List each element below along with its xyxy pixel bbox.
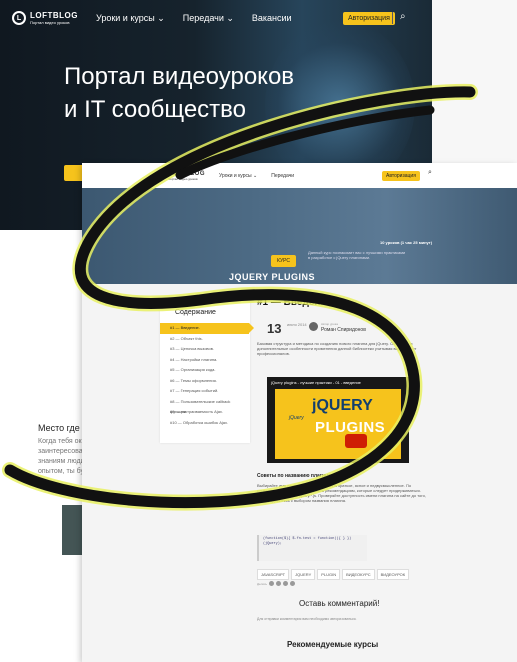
nav-shows[interactable]: Передачи ⌄ [183,13,234,24]
course-banner: КУРС JQUERY PLUGINS 10 уроков (1 час 25 … [82,188,517,284]
video-player[interactable]: jQuery plugins - лучшие практики - 01 - … [267,377,409,463]
author-label: Автор урока [321,322,338,326]
course-site-logo[interactable]: L LOFTBLOG Портал видео уроков [154,170,205,181]
course-logo-name: LOFTBLOG [168,170,205,177]
course-title: JQUERY PLUGINS [228,272,316,282]
recommended-heading: Рекомендуемые курсы [287,640,379,649]
course-logo-tagline: Портал видео уроков [168,176,198,181]
course-nav-shows[interactable]: Передачи [271,173,294,179]
login-button[interactable]: Авторизация [343,12,395,25]
vk-icon[interactable] [269,581,275,586]
lesson-article: #1 — Введение. 13 июля 2014 Автор урока … [257,297,432,649]
video-small-logo: jQuery [289,415,304,421]
about-heading: Место где [38,423,80,433]
toc-item[interactable]: #3 — Цепочка вызовов. [160,344,250,355]
lesson-title: #1 — Введение. [257,297,335,308]
share-label: Делись [257,581,268,586]
video-logo: jQUERY [312,397,373,414]
toc-item[interactable]: #6 — Темы оформления. [160,376,250,387]
toc-list: #1 — Введение. #2 — Объект this. #3 — Це… [160,323,254,429]
twitter-icon[interactable] [283,581,289,586]
logo-tagline: Портал видео уроков [30,20,70,25]
lesson-intro: Базовая структура и методика по созданию… [257,341,417,356]
toc-item[interactable]: #1 — Введение. [160,323,254,334]
google-plus-icon[interactable] [290,581,296,586]
tag-item[interactable]: JAVASCRIPT [257,569,290,580]
course-top-nav: L LOFTBLOG Портал видео уроков Уроки и ку… [82,163,517,188]
code-block: (function($){ $.fn.test = function(){ } … [257,535,367,561]
play-icon[interactable] [345,434,367,448]
toc-item[interactable]: #9 — настраиваемость Ajax. [160,407,250,418]
lesson-date-month: июля 2014 [287,322,307,327]
nav-jobs[interactable]: Вакансии [252,13,292,23]
toc-item[interactable]: #10 — Обработка ошибок Ajax. [160,418,250,429]
lesson-body: Выбирайте имя плагина. Имя должно быть к… [257,483,426,503]
course-badge: КУРС [271,255,297,267]
facebook-icon[interactable] [276,581,282,586]
nav-divider [392,12,393,24]
lesson-date-day: 13 [267,321,282,336]
tag-item[interactable]: JQUERY [291,569,316,580]
site-logo[interactable]: L LOFTBLOG Портал видео уроков [12,11,78,25]
toc-item[interactable]: #8 — Пользовательские callback функции. [160,397,250,414]
video-title: jQuery plugins - лучшие практики - 01 - … [271,380,361,385]
course-description: Данный курс познакомит вас с лучшими пра… [308,250,406,260]
nav-shows-label: Передачи [182,12,224,23]
course-logo-icon: L [154,170,164,181]
logo-icon: L [12,11,26,25]
tag-item[interactable]: ВИДЕОКУРС [342,569,375,580]
tag-list: JAVASCRIPT JQUERY PLUGIN ВИДЕОКУРС ВИДЕО… [257,569,410,580]
comments-login-note[interactable]: Для отправки комментария вам необходимо … [257,617,357,621]
lesson-subheading: Советы по названию плагина [257,473,331,479]
toc-item[interactable]: #7 — Генерация событий. [160,386,250,397]
course-search-icon[interactable]: ⌕ [428,169,432,177]
toc-heading: Содержание [175,309,216,316]
hero-title: Портал видеоуроков и IT сообщество [64,63,295,123]
tag-item[interactable]: PLUGIN [317,569,341,580]
tag-item[interactable]: ВИДЕОУРОК [376,569,410,580]
course-meta: 10 уроков (1 час 25 минут) [380,240,433,245]
comments-heading: Оставь комментарий! [299,599,380,608]
table-of-contents: Содержание #1 — Введение. #2 — Объект th… [160,297,254,443]
course-login-button[interactable]: Авторизация [382,171,420,181]
course-page: L LOFTBLOG Портал видео уроков Уроки и ку… [82,163,517,662]
search-icon[interactable]: ⌕ [400,11,406,22]
author-name[interactable]: Роман Спиридонов [321,327,366,333]
course-nav-courses[interactable]: Уроки и курсы ⌄ [219,173,257,179]
course-nav-courses-label: Уроки и курсы [219,172,252,179]
toc-item[interactable]: #4 — Настройки плагина. [160,355,250,366]
video-thumbnail[interactable]: jQuery jQUERY PLUGINS [275,389,401,459]
share-bar: Делись [257,581,296,586]
logo-name: LOFTBLOG [30,11,78,20]
toc-item[interactable]: #2 — Объект this. [160,334,250,345]
nav-courses-label: Уроки и курсы [96,12,155,23]
nav-courses[interactable]: Уроки и курсы ⌄ [96,13,165,24]
author-avatar[interactable] [309,322,318,331]
about-image [62,505,84,555]
toc-item[interactable]: #5 — Организация кода. [160,365,250,376]
